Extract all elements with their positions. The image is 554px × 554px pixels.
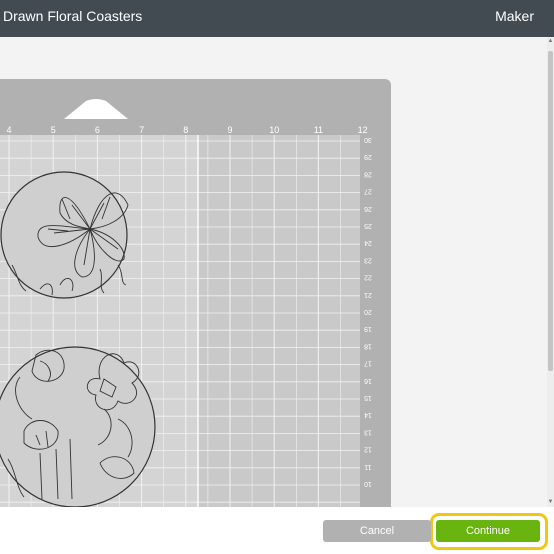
mat-preview-area: 4 5 6 7 8 9 10 11 12 30 29 28 27 26 25 24 23 22 21 20 19 18 1…	[0, 37, 547, 507]
side-ruler-label: 17	[364, 360, 372, 367]
cutting-mat: 4 5 6 7 8 9 10 11 12 30 29 28 27 26 25 24 23 22 21 20 19 18 1…	[0, 79, 391, 507]
continue-button[interactable]: Continue	[436, 520, 540, 542]
project-title: Drawn Floral Coasters	[3, 8, 143, 24]
scroll-thumb[interactable]	[548, 51, 553, 371]
side-ruler-label: 22	[364, 274, 372, 281]
vertical-scrollbar[interactable]: ▲ ▼	[547, 37, 554, 507]
top-ruler: 4 5 6 7 8 9 10 11 12	[6, 125, 367, 135]
side-ruler-label: 12	[364, 446, 372, 453]
side-ruler-label: 27	[364, 188, 372, 195]
scroll-down-icon[interactable]: ▼	[547, 499, 554, 505]
side-ruler-label: 20	[364, 308, 372, 315]
top-ruler-label: 12	[358, 125, 368, 135]
machine-name[interactable]: Maker	[495, 8, 534, 24]
side-ruler-label: 26	[364, 205, 372, 212]
top-ruler-label: 7	[139, 125, 144, 135]
scroll-up-icon[interactable]: ▲	[547, 38, 554, 44]
side-ruler-label: 29	[364, 153, 372, 160]
side-ruler-label: 10	[364, 480, 372, 487]
side-ruler-label: 30	[364, 136, 372, 143]
side-ruler-label: 28	[364, 170, 372, 177]
side-ruler-label: 11	[364, 463, 371, 470]
side-ruler-label: 15	[364, 394, 372, 401]
side-ruler-label: 23	[364, 256, 372, 263]
side-ruler: 30 29 28 27 26 25 24 23 22 21 20 19 18 17 16 15 14 13 12 11…	[364, 136, 372, 487]
top-ruler-label: 10	[269, 125, 279, 135]
top-ruler-label: 6	[95, 125, 100, 135]
top-ruler-label: 11	[314, 125, 323, 135]
side-ruler-label: 18	[364, 342, 372, 349]
top-ruler-label: 8	[183, 125, 188, 135]
side-ruler-label: 14	[364, 411, 372, 418]
side-ruler-label: 19	[364, 325, 372, 332]
side-ruler-label: 25	[364, 222, 372, 229]
flower-coaster-top[interactable]	[0, 171, 129, 299]
mat-drawing: 4 5 6 7 8 9 10 11 12 30 29 28 27 26 25 24 23 22 21 20 19 18 1…	[0, 99, 372, 507]
flower-coaster-bottom[interactable]	[0, 346, 156, 507]
side-ruler-label: 16	[364, 377, 372, 384]
top-ruler-label: 9	[227, 125, 232, 135]
top-ruler-label: 4	[6, 125, 11, 135]
cancel-button[interactable]: Cancel	[323, 520, 431, 542]
side-ruler-label: 21	[364, 291, 372, 298]
top-ruler-label: 5	[51, 125, 56, 135]
title-bar: Drawn Floral Coasters Maker	[0, 0, 554, 37]
mat-notch	[64, 99, 128, 119]
side-ruler-label: 24	[364, 239, 372, 246]
footer-bar: Cancel Continue	[0, 507, 554, 554]
side-ruler-label: 13	[364, 428, 372, 435]
